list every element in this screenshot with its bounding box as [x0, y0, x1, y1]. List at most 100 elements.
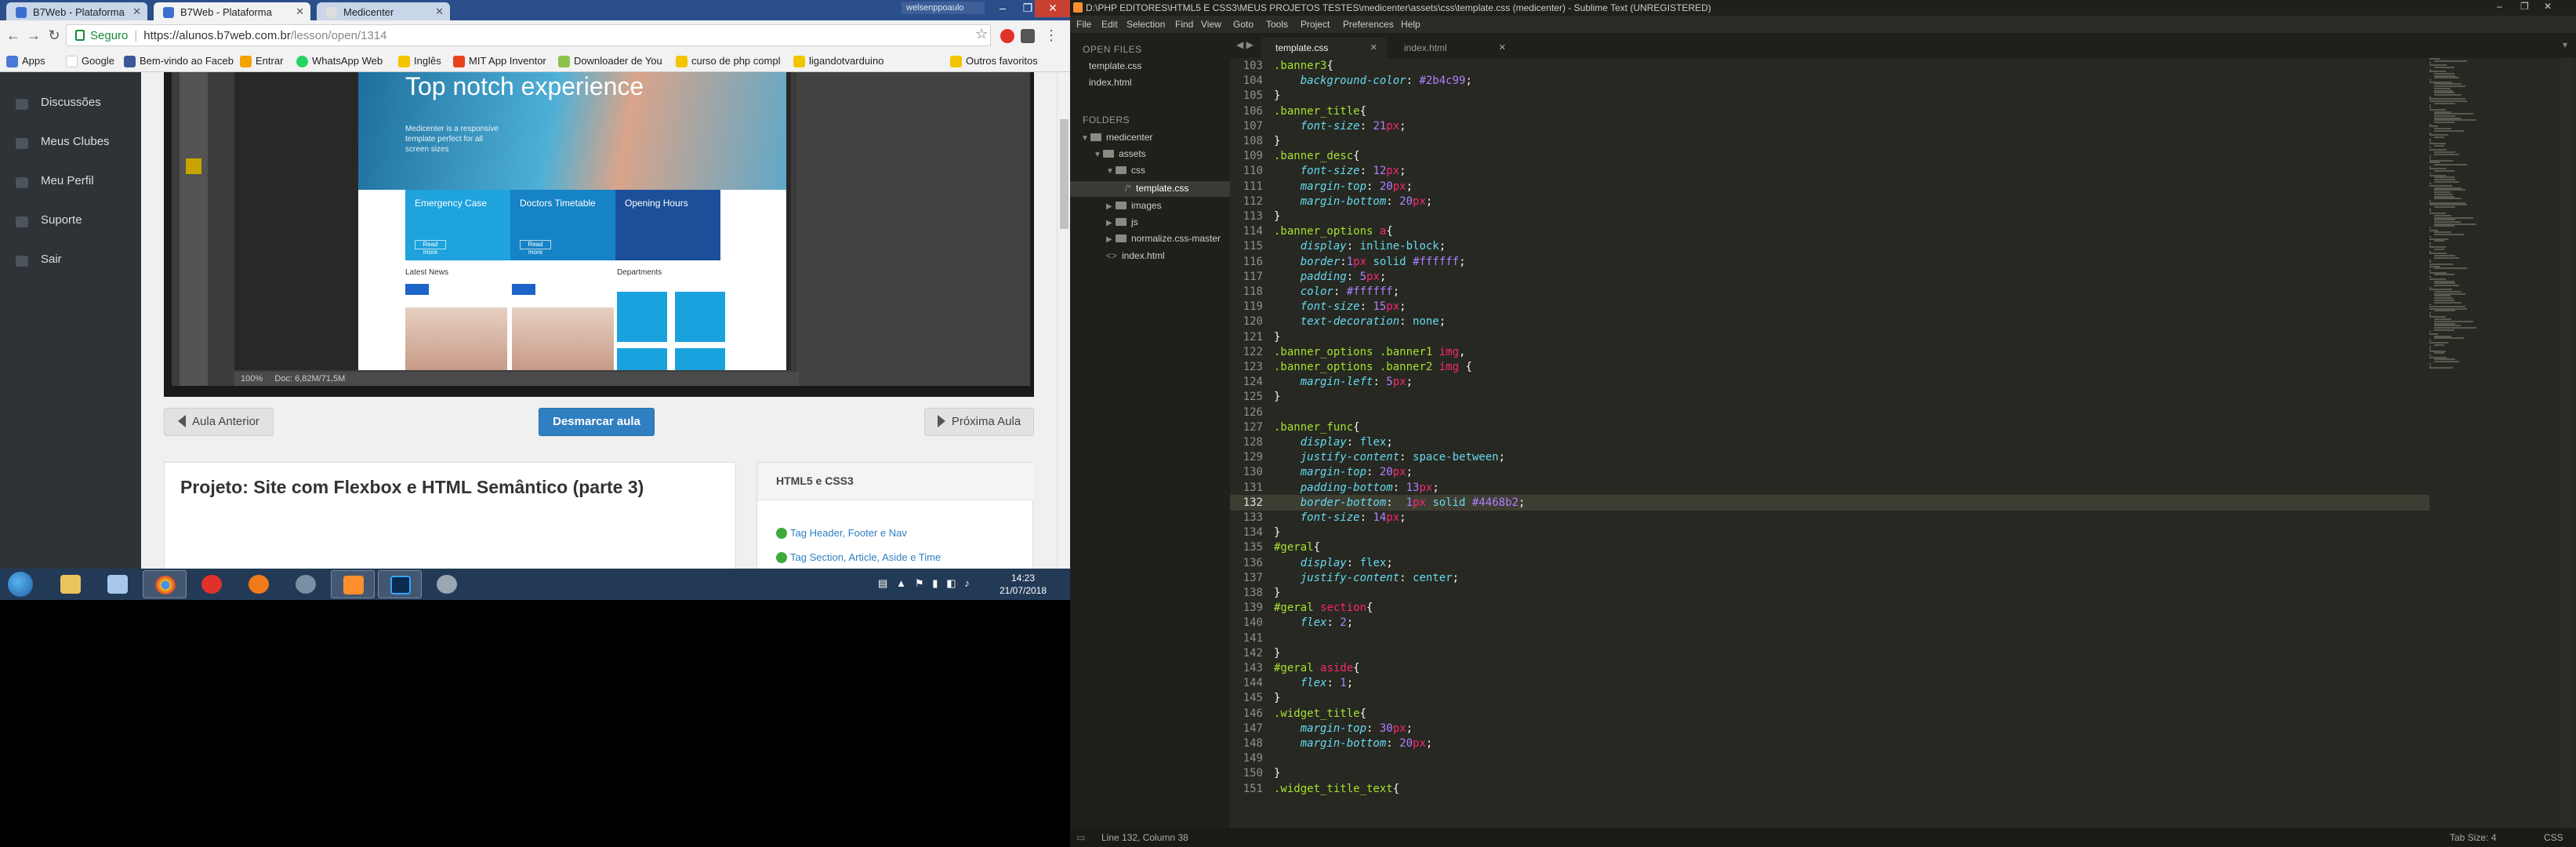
lesson-video[interactable]: Top notch experience Medicenter is a res… — [164, 72, 1034, 397]
taskbar-notepad[interactable] — [96, 570, 140, 598]
bookmark-downloader[interactable]: Downloader de You — [558, 55, 662, 67]
menu-edit[interactable]: Edit — [1101, 19, 1118, 30]
code-line[interactable]: 145} — [1230, 690, 2429, 706]
code-line[interactable]: 124 margin-left: 5px; — [1230, 374, 2429, 390]
bookmark-ingles[interactable]: Inglês — [398, 55, 441, 67]
next-lesson-button[interactable]: Próxima Aula — [924, 408, 1034, 436]
tab-size[interactable]: Tab Size: 4 — [2450, 832, 2496, 843]
reload-icon[interactable]: ↻ — [45, 27, 63, 45]
code-line[interactable]: 120 text-decoration: none; — [1230, 314, 2429, 329]
close-tab-icon[interactable]: ✕ — [1370, 42, 1377, 53]
code-line[interactable]: 133 font-size: 14px; — [1230, 510, 2429, 525]
code-line[interactable]: 128 display: flex; — [1230, 434, 2429, 450]
close-window-icon[interactable]: ✕ — [1035, 0, 1070, 17]
taskbar-app[interactable] — [284, 570, 328, 598]
bookmark-apps[interactable]: Apps — [6, 55, 45, 67]
menu-tools[interactable]: Tools — [1266, 19, 1288, 30]
close-tab-icon[interactable]: ✕ — [435, 5, 444, 18]
taskbar-opera[interactable] — [190, 570, 234, 598]
code-line[interactable]: 127 .banner_func{ — [1230, 420, 2429, 435]
open-file-item[interactable]: index.html — [1089, 77, 1132, 88]
extension-icon[interactable] — [1021, 29, 1035, 43]
code-line[interactable]: 125} — [1230, 389, 2429, 405]
code-line[interactable]: 117 padding: 5px; — [1230, 269, 2429, 285]
tree-file-index-html[interactable]: <> index.html — [1106, 250, 1165, 261]
code-line[interactable]: 113} — [1230, 209, 2429, 224]
restore-icon[interactable]: ❐ — [2520, 1, 2529, 12]
bookmark-whatsapp[interactable]: WhatsApp Web — [296, 55, 383, 67]
code-line[interactable]: 141 — [1230, 631, 2429, 646]
code-line[interactable]: 108} — [1230, 133, 2429, 149]
code-line[interactable]: 110 font-size: 12px; — [1230, 163, 2429, 179]
code-line[interactable]: 149 — [1230, 751, 2429, 766]
tree-folder-js[interactable]: ▶ js — [1106, 216, 1138, 227]
sidebar-item-sair[interactable]: Sair — [0, 245, 141, 276]
code-line[interactable]: 116 border:1px solid #ffffff; — [1230, 254, 2429, 270]
code-line[interactable]: 106 .banner_title{ — [1230, 104, 2429, 119]
code-line[interactable]: 126 — [1230, 405, 2429, 420]
close-tab-icon[interactable]: ✕ — [1499, 42, 1506, 53]
menu-goto[interactable]: Goto — [1233, 19, 1254, 30]
menu-help[interactable]: Help — [1401, 19, 1420, 30]
code-line[interactable]: 139 #geral section{ — [1230, 600, 2429, 616]
taskbar-chrome[interactable] — [143, 570, 187, 598]
tab-index-html[interactable]: index.html ✕ — [1390, 38, 1515, 58]
code-line[interactable]: 131 padding-bottom: 13px; — [1230, 480, 2429, 496]
bookmark-arduino[interactable]: ligandotvarduino — [793, 55, 883, 67]
code-line[interactable]: 148 margin-bottom: 20px; — [1230, 736, 2429, 751]
forward-icon[interactable]: → — [25, 27, 42, 45]
taskbar-sublime[interactable] — [331, 570, 375, 598]
code-line[interactable]: 112 margin-bottom: 20px; — [1230, 194, 2429, 209]
bookmark-mit[interactable]: MIT App Inventor — [453, 55, 546, 67]
tree-folder-images[interactable]: ▶ images — [1106, 200, 1162, 211]
code-line[interactable]: 109 .banner_desc{ — [1230, 148, 2429, 164]
minimize-icon[interactable]: – — [2497, 1, 2502, 12]
menu-preferences[interactable]: Preferences — [1343, 19, 1394, 30]
editor-scrollbar[interactable] — [2560, 58, 2574, 828]
code-line[interactable]: 132 border-bottom: 1px solid #4468b2; — [1230, 494, 2429, 511]
code-line[interactable]: 115 display: inline-block; — [1230, 238, 2429, 254]
code-line[interactable]: 136 display: flex; — [1230, 555, 2429, 571]
code-line[interactable]: 105} — [1230, 88, 2429, 104]
sidebar-item-suporte[interactable]: Suporte — [0, 205, 141, 237]
prev-lesson-button[interactable]: Aula Anterior — [164, 408, 274, 436]
clock[interactable]: 14:23 21/07/2018 — [996, 572, 1050, 597]
code-line[interactable]: 114 .banner_options a{ — [1230, 224, 2429, 239]
code-line[interactable]: 151 .widget_title_text{ — [1230, 781, 2429, 797]
syntax-mode[interactable]: CSS — [2544, 832, 2563, 843]
code-line[interactable]: 130 margin-top: 20px; — [1230, 464, 2429, 480]
tab-nav-arrows-icon[interactable]: ◀ ▶ — [1236, 39, 1254, 50]
taskbar-photoshop[interactable] — [378, 570, 422, 598]
address-bar[interactable]: Seguro | https://alunos.b7web.com.br/lesso… — [66, 24, 991, 46]
code-line[interactable]: 142} — [1230, 645, 2429, 661]
tree-folder-medicenter[interactable]: ▼ medicenter — [1081, 132, 1152, 143]
system-tray[interactable]: ▤ ▲ ⚑ ▮ ◧ ♪ — [878, 577, 970, 590]
code-line[interactable]: 140 flex: 2; — [1230, 615, 2429, 631]
minimap[interactable] — [2429, 58, 2523, 387]
code-line[interactable]: 134} — [1230, 525, 2429, 540]
sidebar-item-discussoes[interactable]: Discussões — [0, 88, 141, 119]
start-button[interactable] — [3, 570, 38, 598]
close-tab-icon[interactable]: ✕ — [132, 5, 141, 18]
code-line[interactable]: 137 justify-content: center; — [1230, 570, 2429, 586]
bookmark-google[interactable]: Google — [66, 55, 114, 67]
code-line[interactable]: 111 margin-top: 20px; — [1230, 179, 2429, 194]
code-line[interactable]: 147 margin-top: 30px; — [1230, 721, 2429, 736]
sidebar-item-clubes[interactable]: Meus Clubes — [0, 127, 141, 158]
code-editor[interactable]: 103 .banner3{104 background-color: #2b4c9… — [1230, 58, 2429, 828]
code-line[interactable]: 104 background-color: #2b4c99; — [1230, 73, 2429, 89]
menu-selection[interactable]: Selection — [1127, 19, 1165, 30]
open-file-item[interactable]: template.css — [1089, 60, 1141, 71]
taskbar-firefox[interactable] — [237, 570, 281, 598]
menu-icon[interactable]: ⋮ — [1043, 27, 1060, 45]
tree-file-template-css[interactable]: /* template.css — [1125, 183, 1188, 194]
tree-folder-normalize[interactable]: ▶ normalize.css-master — [1106, 233, 1221, 244]
browser-tab-active[interactable]: B7Web - Plataforma ✕ — [154, 2, 310, 20]
code-line[interactable]: 135 #geral{ — [1230, 540, 2429, 555]
taskbar-app[interactable] — [425, 570, 469, 598]
tree-folder-assets[interactable]: ▼ assets — [1094, 148, 1146, 159]
scroll-thumb[interactable] — [1060, 119, 1068, 229]
unmark-lesson-button[interactable]: Desmarcar aula — [539, 408, 655, 436]
menu-file[interactable]: File — [1076, 19, 1091, 30]
code-line[interactable]: 119 font-size: 15px; — [1230, 299, 2429, 314]
